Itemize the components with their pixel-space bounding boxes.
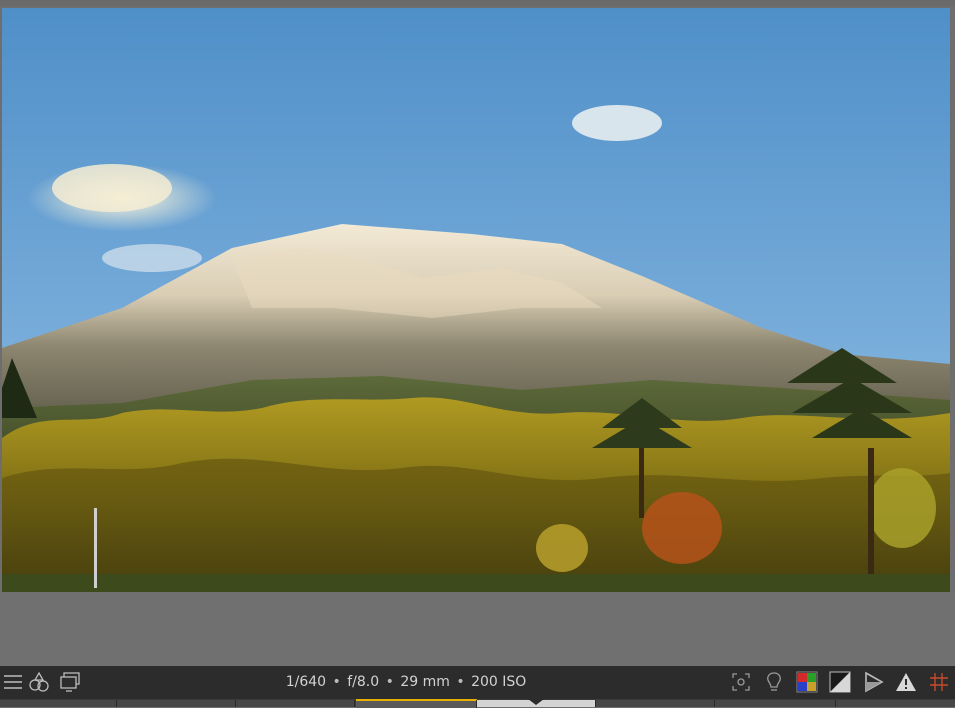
play-triangle-icon[interactable] [862, 671, 884, 693]
filmstrip-current-marker [528, 699, 544, 705]
workspace-background [0, 592, 955, 666]
photo-viewer[interactable] [0, 6, 955, 592]
color-channels-icon[interactable] [796, 671, 818, 693]
photo-image [2, 8, 950, 592]
exif-info: 1/640 • f/8.0 • 29 mm • 200 ISO [0, 666, 812, 699]
exif-separator: • [385, 674, 394, 690]
filmstrip-thumb[interactable] [715, 700, 836, 707]
exif-separator: • [332, 674, 341, 690]
filmstrip [0, 699, 955, 708]
filmstrip-thumb[interactable] [596, 700, 715, 707]
exif-focal-length: 29 mm [400, 674, 450, 690]
exposure-half-icon[interactable] [829, 671, 851, 693]
lightbulb-icon[interactable] [763, 671, 785, 693]
filmstrip-thumb[interactable] [117, 700, 236, 707]
exif-aperture: f/8.0 [347, 674, 380, 690]
focus-frame-icon[interactable] [730, 671, 752, 693]
exif-iso: 200 ISO [471, 674, 527, 690]
main-photo[interactable] [2, 8, 950, 592]
filmstrip-thumb[interactable] [236, 700, 355, 707]
exif-shutter: 1/640 [285, 674, 327, 690]
grid-icon[interactable] [928, 671, 950, 693]
exif-separator: • [456, 674, 465, 690]
filmstrip-thumb[interactable] [0, 700, 117, 707]
filmstrip-thumb[interactable] [836, 700, 955, 707]
warning-icon[interactable] [895, 671, 917, 693]
info-bar: 1/640 • f/8.0 • 29 mm • 200 ISO [0, 666, 955, 699]
